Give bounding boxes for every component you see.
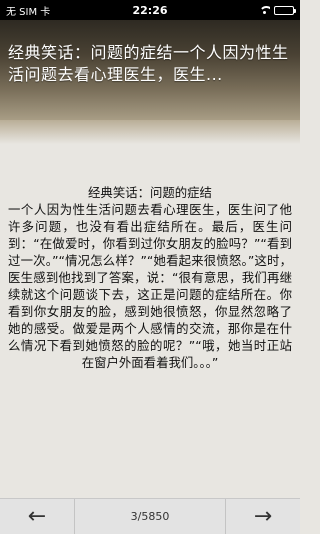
article-body: 一个人因为性生活问题去看心理医生，医生问了他许多问题，也没有看出症结所在。最后，… — [8, 202, 292, 370]
status-right — [198, 5, 296, 15]
carrier-label: 无 SIM 卡 — [6, 6, 51, 18]
status-left: 无 SIM 卡 — [6, 3, 102, 18]
right-arrow-icon: → — [253, 504, 273, 529]
header-title: 经典笑话：问题的症结一个人因为性生活问题去看心理医生，医生... — [8, 43, 289, 84]
header-fade — [0, 120, 300, 144]
left-arrow-icon: ← — [27, 504, 47, 529]
article-content: 经典笑话：问题的症结 一个人因为性生活问题去看心理医生，医生问了他许多问题，也没… — [8, 184, 292, 371]
next-page-button[interactable]: → — [226, 499, 300, 534]
bottom-toolbar: ← 3/5850 → — [0, 498, 300, 534]
status-bar: 无 SIM 卡 22:26 — [0, 0, 300, 20]
status-time: 22:26 — [132, 3, 168, 17]
prev-page-button[interactable]: ← — [0, 499, 74, 534]
title-header: 经典笑话：问题的症结一个人因为性生活问题去看心理医生，医生... — [0, 20, 300, 120]
battery-icon — [274, 5, 296, 15]
wifi-icon — [259, 5, 270, 15]
article-title: 经典笑话：问题的症结 — [88, 185, 212, 200]
page-indicator: 3/5850 — [130, 510, 170, 523]
